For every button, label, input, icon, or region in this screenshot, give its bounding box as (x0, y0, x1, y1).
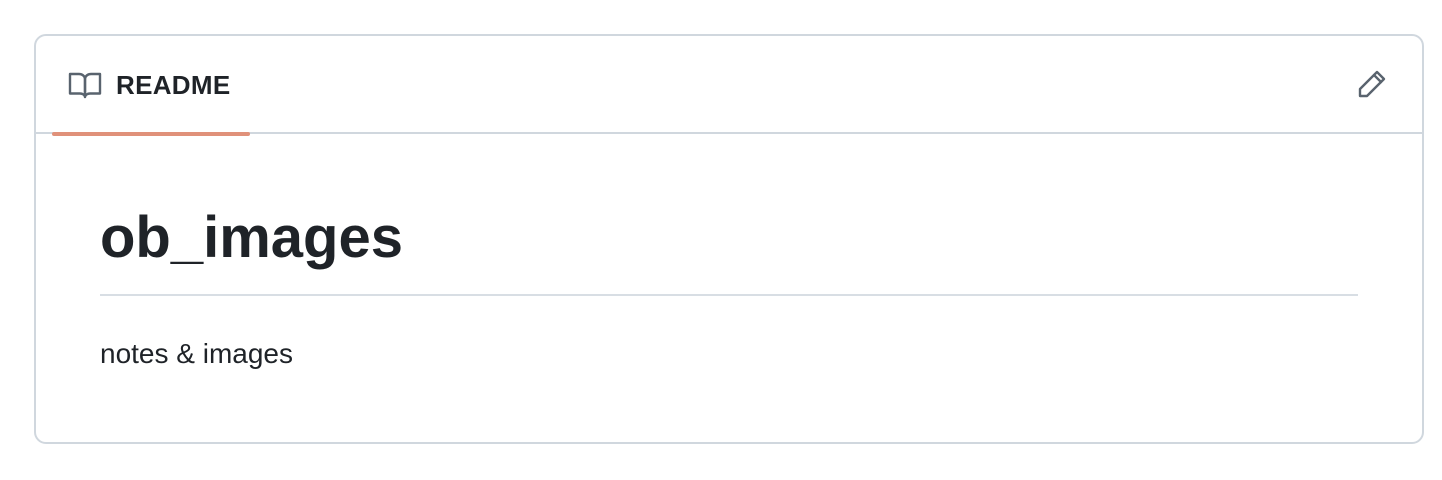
readme-heading: ob_images (100, 134, 1358, 296)
book-icon (68, 70, 102, 100)
edit-readme-button[interactable] (1352, 66, 1392, 106)
pencil-icon (1356, 68, 1388, 105)
readme-description: notes & images (100, 338, 293, 369)
readme-header: README (36, 36, 1422, 136)
tab-readme[interactable]: README (52, 36, 250, 136)
readme-panel: README ob_images notes & images (34, 34, 1424, 444)
tab-readme-label: README (116, 69, 231, 100)
readme-content: ob_images notes & images (36, 134, 1422, 374)
